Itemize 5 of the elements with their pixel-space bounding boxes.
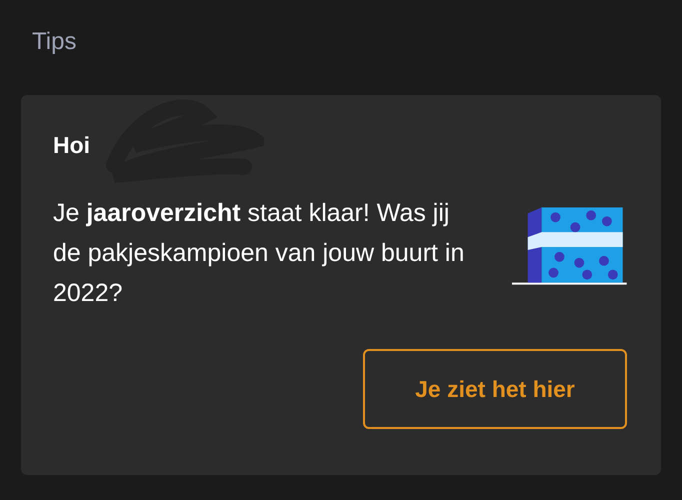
section-title: Tips	[32, 28, 76, 55]
message: Je jaaroverzicht staat klaar! Was jij de pakjeskampioen van jouw buurt in 2022?	[53, 198, 466, 309]
view-button[interactable]: Je ziet het hier	[363, 349, 627, 429]
greeting: Hoi	[53, 130, 90, 160]
parcel-icon	[510, 205, 629, 285]
